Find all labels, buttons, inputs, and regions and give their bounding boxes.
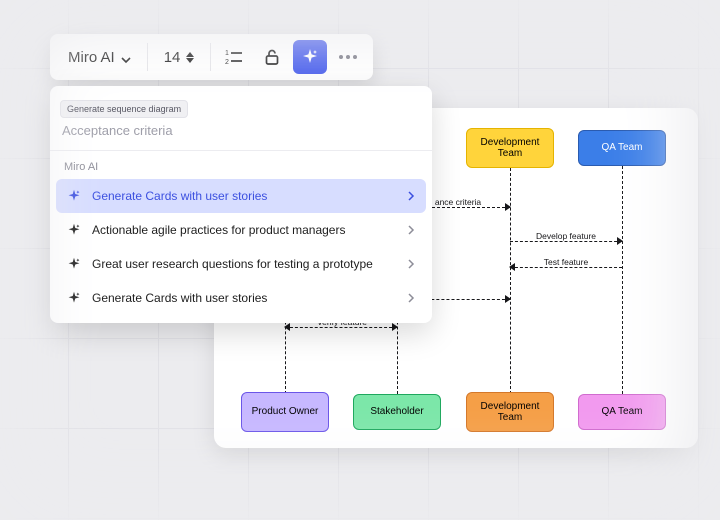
participant-box[interactable]: Product Owner	[241, 392, 329, 432]
participant-box[interactable]: QA Team	[578, 394, 666, 430]
chevron-right-icon	[406, 191, 416, 201]
sparkle-icon	[301, 48, 319, 66]
suggestion-label: Great user research questions for testin…	[92, 257, 396, 271]
divider	[147, 43, 148, 71]
lifeline	[510, 168, 511, 394]
chevron-right-icon	[406, 259, 416, 269]
ai-suggestion-item[interactable]: Great user research questions for testin…	[56, 247, 426, 281]
ai-suggestion-item[interactable]: Generate Cards with user stories	[56, 179, 426, 213]
suggestion-label: Generate Cards with user stories	[92, 189, 396, 203]
svg-text:2: 2	[225, 59, 229, 66]
suggestion-label: Generate Cards with user stories	[92, 291, 396, 305]
participant-label: Product Owner	[252, 406, 319, 418]
participant-box[interactable]: Stakeholder	[353, 394, 441, 430]
miro-ai-dropdown[interactable]: Miro AI	[58, 40, 141, 74]
suggestion-label: Actionable agile practices for product m…	[92, 223, 396, 237]
message-label: Develop feature	[533, 231, 599, 241]
font-size-value: 14	[164, 49, 181, 66]
participant-label: Development Team	[469, 401, 551, 424]
lock-button[interactable]	[255, 40, 289, 74]
participant-box[interactable]: Development Team	[466, 128, 554, 168]
ai-panel: Generate sequence diagram Miro AI Genera…	[50, 86, 432, 323]
participant-box[interactable]: QA Team	[578, 130, 666, 166]
chevron-down-icon	[121, 52, 131, 62]
message-label: Test feature	[541, 257, 591, 267]
participant-label: QA Team	[602, 142, 643, 154]
sparkle-icon	[66, 222, 82, 238]
participant-box[interactable]: Development Team	[466, 392, 554, 432]
section-label: Miro AI	[50, 151, 432, 179]
participant-label: Development Team	[469, 137, 551, 160]
ai-suggestion-item[interactable]: Generate Cards with user stories	[56, 281, 426, 315]
floating-toolbar: Miro AI 14 1 2	[50, 34, 373, 80]
numbered-list-icon: 1 2	[225, 48, 243, 66]
sparkle-icon	[66, 256, 82, 272]
sparkle-icon	[66, 188, 82, 204]
chevron-right-icon	[406, 293, 416, 303]
dropdown-label: Miro AI	[68, 49, 115, 66]
numbered-list-button[interactable]: 1 2	[217, 40, 251, 74]
more-icon	[339, 55, 357, 59]
chevron-right-icon	[406, 225, 416, 235]
divider	[210, 43, 211, 71]
ai-suggestion-item[interactable]: Actionable agile practices for product m…	[56, 213, 426, 247]
participant-label: QA Team	[602, 406, 643, 418]
ai-suggestions-menu: Generate Cards with user stories Actiona…	[50, 179, 432, 323]
svg-text:1: 1	[225, 50, 229, 57]
participant-label: Stakeholder	[370, 406, 423, 418]
stepper-arrows-icon	[186, 52, 194, 63]
ai-prompt-input[interactable]	[62, 123, 420, 138]
more-button[interactable]	[331, 40, 365, 74]
lifeline	[622, 166, 623, 394]
context-chip[interactable]: Generate sequence diagram	[60, 100, 188, 118]
sparkle-icon	[66, 290, 82, 306]
ai-sparkle-button[interactable]	[293, 40, 327, 74]
message-label: ance criteria	[432, 197, 484, 207]
unlock-icon	[263, 48, 281, 66]
font-size-stepper[interactable]: 14	[154, 40, 205, 74]
